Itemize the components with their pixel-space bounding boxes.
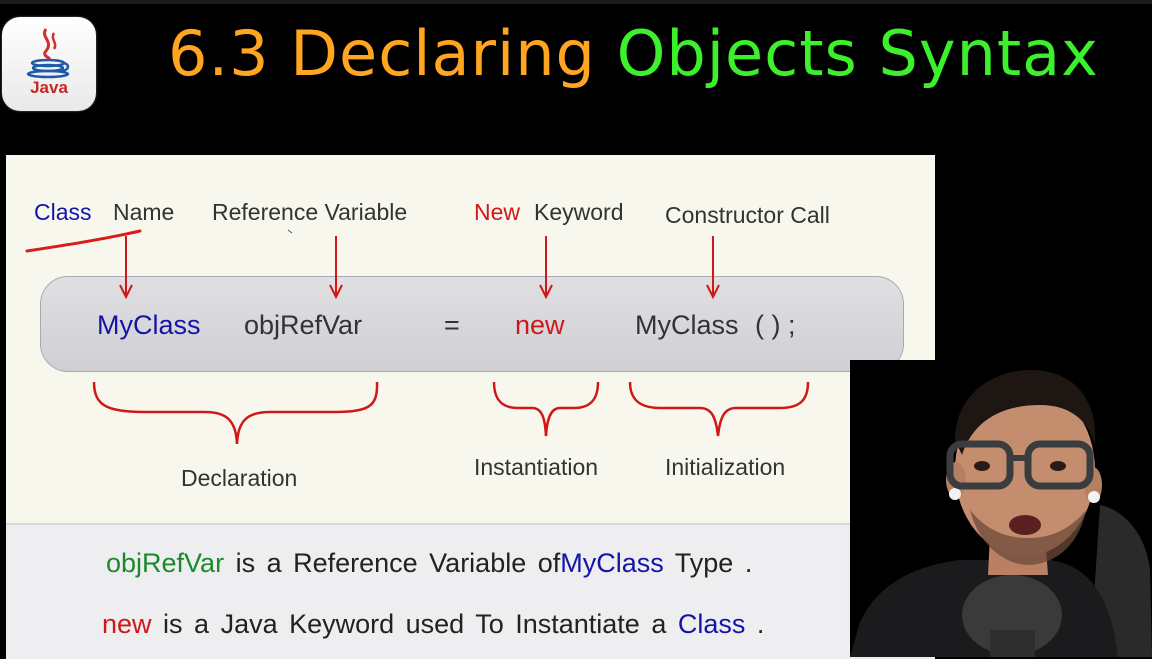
label-class: Class	[34, 199, 92, 225]
page-title: 6.3 Declaring Objects Syntax	[168, 14, 1099, 94]
sentence2-end: .	[756, 609, 765, 639]
sentence1-mid: is a Reference Variable of	[235, 548, 561, 578]
label-declaration: Declaration	[181, 465, 298, 491]
sentence-reference-variable: objRefVar is a Reference Variable ofMyCl…	[106, 548, 752, 579]
sentence1-cls: MyClass	[560, 548, 664, 578]
sentence1-var: objRefVar	[106, 548, 225, 578]
code-equals: =	[444, 310, 460, 340]
label-instantiation: Instantiation	[474, 454, 599, 480]
title-part-2: Objects Syntax	[616, 17, 1099, 90]
code-new-keyword: new	[515, 310, 565, 340]
label-new: New	[474, 199, 521, 225]
label-keyword: Keyword	[534, 199, 624, 225]
top-border	[0, 0, 1152, 4]
label-initialization: Initialization	[665, 454, 786, 480]
code-class-name: MyClass	[97, 310, 201, 340]
sentence-new-keyword: new is a Java Keyword used To Instantiat…	[102, 609, 764, 640]
sentence2-kw: new	[102, 609, 152, 639]
sentence2-mid: is a Java Keyword used To Instantiate a	[163, 609, 667, 639]
code-parens: ( ) ;	[755, 310, 796, 340]
label-name: Name	[113, 199, 175, 225]
label-constructor-call: Constructor Call	[665, 202, 830, 228]
title-part-1: 6.3 Declaring	[168, 17, 596, 90]
logo-label: Java	[30, 78, 68, 97]
sentence1-end: Type .	[674, 548, 753, 578]
java-logo: Java	[2, 17, 96, 111]
sentence2-cls: Class	[677, 609, 746, 639]
code-constructor: MyClass	[635, 310, 739, 340]
presenter-webcam-image	[850, 360, 1152, 657]
label-reference-variable: Reference Variable	[212, 199, 408, 225]
code-ref-var: objRefVar	[244, 310, 363, 340]
